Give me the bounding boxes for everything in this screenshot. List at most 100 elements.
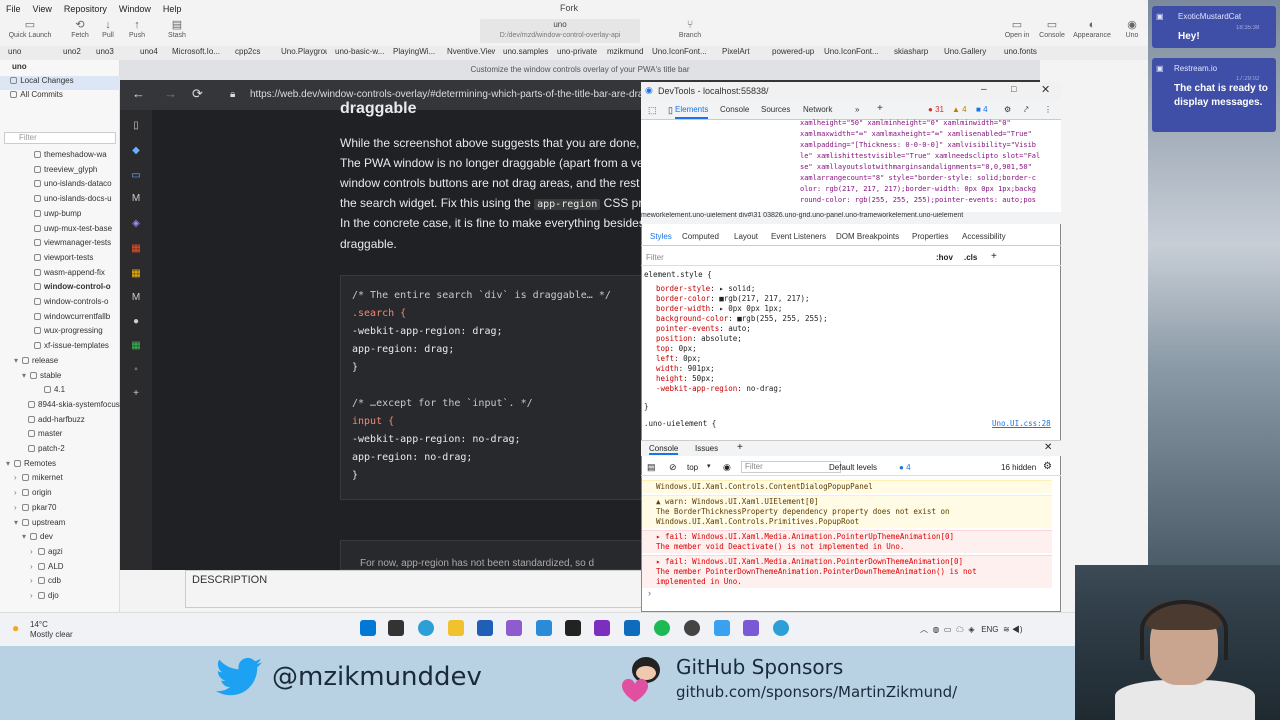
dom-line[interactable]: xamlpadding="[Thickness: 0-0-0-0]" xamlv… xyxy=(800,141,1050,149)
tab-event-listeners[interactable]: Event Listeners xyxy=(771,232,826,241)
folder-dev[interactable]: ▾ dev xyxy=(0,532,120,546)
folder-item[interactable]: › cdb xyxy=(0,576,120,590)
menu-repository[interactable]: Repository xyxy=(58,4,113,14)
branch-item[interactable]: window-controls-o xyxy=(0,297,120,311)
eye-icon[interactable]: ◉ xyxy=(723,462,731,473)
console-button[interactable]: ▭ Console xyxy=(1030,18,1074,44)
branch-item[interactable]: uwp-bump xyxy=(0,209,120,223)
sidebar-game-icon[interactable]: ◈ xyxy=(130,218,142,230)
tab-console[interactable]: Console xyxy=(720,105,749,114)
repo-tab[interactable]: powered-up xyxy=(764,46,816,60)
dom-line[interactable]: xamlheight="50" xamlminheight="0" xamlmi… xyxy=(800,119,1050,127)
tab-dom-breakpoints[interactable]: DOM Breakpoints xyxy=(836,232,899,241)
explorer-icon[interactable] xyxy=(448,620,464,636)
sidebar-all-commits[interactable]: All Commits xyxy=(0,90,120,104)
repo-tab[interactable]: Uno.IconFont... xyxy=(644,46,714,60)
repo-tab[interactable]: uno.fonts xyxy=(996,46,1044,60)
tab-network[interactable]: Network xyxy=(803,105,832,114)
weather-widget[interactable]: 14°C Mostly clear xyxy=(30,620,73,640)
edge-icon[interactable] xyxy=(418,620,434,636)
dom-line[interactable]: xamlarrangecount="8" style="border-style… xyxy=(800,174,1050,182)
menu-help[interactable]: Help xyxy=(157,4,188,14)
css-property[interactable]: top: 0px; xyxy=(656,344,697,353)
folder-item[interactable]: › djo xyxy=(0,591,120,605)
cls-toggle[interactable]: .cls xyxy=(964,253,977,262)
forward-icon[interactable]: → xyxy=(164,86,177,101)
maximize-icon[interactable]: □ xyxy=(1011,84,1016,94)
branch-item[interactable]: wux-progressing xyxy=(0,326,120,340)
sidebar-toggle-icon[interactable]: ▤ xyxy=(647,462,656,473)
menu-file[interactable]: File xyxy=(0,4,27,14)
dom-line[interactable]: se" xamllayoutslotwithmarginsandalignmen… xyxy=(800,163,1050,171)
branch-item[interactable]: uno-islands-docs-u xyxy=(0,194,120,208)
repo-selector[interactable]: uno D:/dev/mzd/window-control-overlay-ap… xyxy=(480,19,640,43)
repo-tab[interactable]: Uno.IconFont... xyxy=(816,46,886,60)
levels-dropdown[interactable]: Default levels xyxy=(829,463,877,472)
repo-tab[interactable]: Nventive.View xyxy=(439,46,495,60)
repo-tab[interactable]: mzikmund xyxy=(599,46,644,60)
repo-tab[interactable]: skiasharp xyxy=(886,46,936,60)
console-warning[interactable]: Windows.UI.Xaml.Controls.ContentDialogPo… xyxy=(642,480,1052,493)
dom-line[interactable]: round-color: rgb(255, 255, 255);pointer-… xyxy=(800,196,1050,204)
sidebar-apps-icon[interactable]: ▦ xyxy=(130,268,142,280)
repo-tab[interactable]: Uno.Playgrou... xyxy=(273,46,327,60)
console-filter-input[interactable]: Filter xyxy=(741,461,841,473)
sidebar-local-changes[interactable]: Local Changes xyxy=(0,76,120,90)
sidebar-m-icon[interactable]: M xyxy=(130,193,142,205)
console-prompt-icon[interactable]: › xyxy=(648,588,651,598)
css-property[interactable]: background-color: ■rgb(255, 255, 255); xyxy=(656,314,828,323)
repo-tab[interactable]: PlayingWi... xyxy=(385,46,439,60)
add-icon[interactable]: + xyxy=(130,388,142,400)
sidebar-page-icon[interactable]: ▯ xyxy=(130,120,142,132)
branch-button[interactable]: ⑂ Branch xyxy=(668,18,712,44)
kebab-icon[interactable]: ⋮ xyxy=(1044,105,1052,114)
tab-layout[interactable]: Layout xyxy=(734,232,758,241)
tab-computed[interactable]: Computed xyxy=(682,232,719,241)
css-property[interactable]: height: 50px; xyxy=(656,374,715,383)
start-icon[interactable] xyxy=(360,620,376,636)
branch-item[interactable]: window-control-o xyxy=(0,282,120,296)
console-error[interactable]: ▸ fail: Windows.UI.Xaml.Media.Animation.… xyxy=(642,555,1052,588)
tab-sources[interactable]: Sources xyxy=(761,105,790,114)
branch-item[interactable]: 8944-skia-systemfocus xyxy=(0,400,120,414)
css-property[interactable]: border-width: ▸ 0px 0px 1px; xyxy=(656,304,782,313)
branch-item[interactable]: master xyxy=(0,429,120,443)
app-icon[interactable] xyxy=(714,620,730,636)
remote-item[interactable]: ▾ upstream xyxy=(0,518,120,532)
branch-item[interactable]: uwp-mux-test-base xyxy=(0,224,120,238)
appearance-button[interactable]: ◐ Appearance xyxy=(1070,18,1114,44)
dom-line[interactable]: le" xamlishittestvisible="True" xamlneed… xyxy=(800,152,1050,160)
repo-tab[interactable]: cpp2cs xyxy=(227,46,273,60)
remotes-header[interactable]: ▾ Remotes xyxy=(0,459,120,473)
task-view-icon[interactable] xyxy=(388,620,404,636)
repo-tab[interactable]: uno.samples xyxy=(495,46,549,60)
tray-cloud-icon[interactable]: ☁ xyxy=(956,625,964,634)
back-icon[interactable]: ← xyxy=(132,86,145,101)
repo-tab[interactable]: uno2 xyxy=(55,46,88,60)
inspect-icon[interactable]: ⬚ xyxy=(648,105,657,116)
dom-line[interactable]: xamlmaxwidth="∞" xamlmaxheight="∞" xamli… xyxy=(800,130,1050,138)
sidebar-pin-icon[interactable]: ◦ xyxy=(130,364,142,376)
sidebar-office-icon[interactable]: ▦ xyxy=(130,243,142,255)
push-button[interactable]: ↑ Push xyxy=(115,18,159,44)
folder-item[interactable]: › ALD xyxy=(0,562,120,576)
sidebar-edge-icon[interactable]: ◆ xyxy=(130,145,142,157)
uno-app-icon[interactable] xyxy=(743,620,759,636)
repo-tab[interactable]: uno xyxy=(0,46,55,60)
tray-lang[interactable]: ENG xyxy=(981,625,998,634)
css-property[interactable]: left: 0px; xyxy=(656,354,701,363)
branch-item[interactable]: themeshadow-wa xyxy=(0,150,120,164)
onenote-icon[interactable] xyxy=(594,620,610,636)
drawer-tab-console[interactable]: Console xyxy=(649,444,679,455)
branch-item[interactable]: treeview_glyph xyxy=(0,165,120,179)
branch-item[interactable]: xf-issue-templates xyxy=(0,341,120,355)
css-property[interactable]: border-color: ■rgb(217, 217, 217); xyxy=(656,294,810,303)
close-icon[interactable]: ✕ xyxy=(1041,83,1050,96)
styles-filter-input[interactable]: Filter xyxy=(646,253,664,262)
obs-icon[interactable] xyxy=(684,620,700,636)
tab-properties[interactable]: Properties xyxy=(912,232,948,241)
remote-icon[interactable]: ⤤ xyxy=(1024,105,1029,115)
tab-accessibility[interactable]: Accessibility xyxy=(962,232,1006,241)
minimize-icon[interactable]: – xyxy=(981,84,987,95)
url-field[interactable]: https://web.dev/window-controls-overlay/… xyxy=(250,89,655,100)
